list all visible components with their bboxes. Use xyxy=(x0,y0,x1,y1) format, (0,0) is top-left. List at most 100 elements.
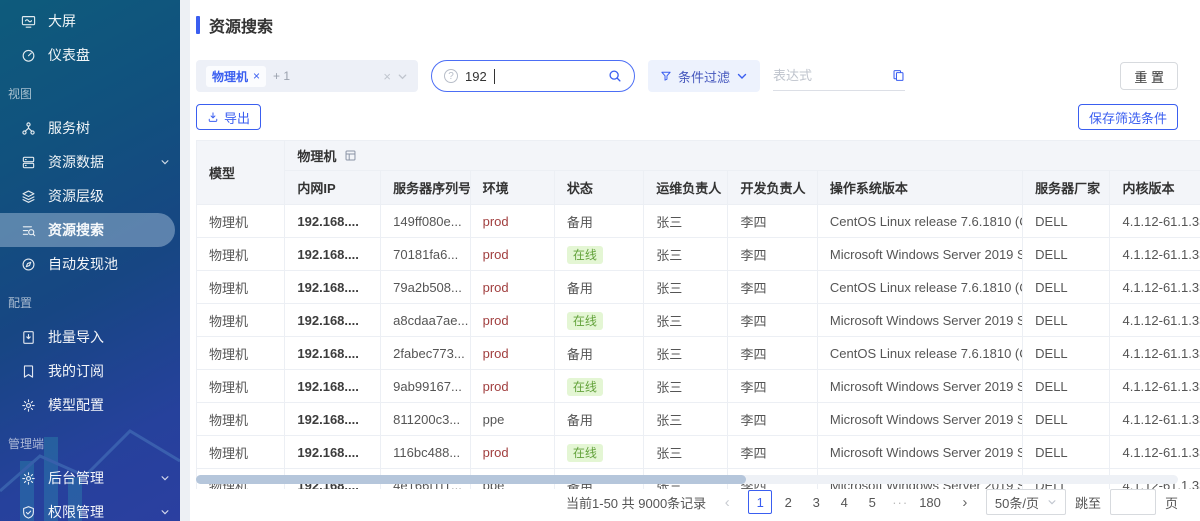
title-accent-bar xyxy=(196,16,200,34)
cell-kernel-version: 4.1.12-61.1.33. xyxy=(1110,205,1200,238)
table-row[interactable]: 物理机192.168....149ff080e...prod备用张三李四Cent… xyxy=(197,205,1200,238)
pager-ellipsis: ··· xyxy=(888,490,912,514)
cell-status: 备用 xyxy=(554,403,643,436)
pager-page-3[interactable]: 3 xyxy=(804,490,828,514)
cell-ops-owner: 张三 xyxy=(644,205,728,238)
cell-ip: 192.168.... xyxy=(285,304,381,337)
group-header-label: 物理机 xyxy=(297,146,336,165)
cell-ops-owner: 张三 xyxy=(644,238,728,271)
cell-env: prod xyxy=(470,337,554,370)
column-header: 内核版本 xyxy=(1110,171,1200,205)
cell-vendor: DELL xyxy=(1023,304,1110,337)
pager-prev-icon[interactable]: ‹ xyxy=(715,490,739,514)
sidebar-item-model-config[interactable]: 模型配置 xyxy=(0,388,180,422)
table-body: 物理机192.168....149ff080e...prod备用张三李四Cent… xyxy=(197,205,1200,490)
filter-row: 物理机 × + 1 × ? 192 条件过滤 重 置 xyxy=(196,60,1178,92)
page-size-select[interactable]: 50条/页 xyxy=(986,489,1066,515)
sidebar-item-my-subscription[interactable]: 我的订阅 xyxy=(0,354,180,388)
search-icon[interactable] xyxy=(608,69,622,83)
select-clear-icon[interactable]: × xyxy=(383,69,391,84)
cell-os-version: CentOS Linux release 7.6.1810 (Core) xyxy=(817,205,1022,238)
sidebar-item-permission-admin[interactable]: 权限管理 xyxy=(0,495,180,521)
condition-filter-button[interactable]: 条件过滤 xyxy=(648,60,760,92)
column-header-model: 模型 xyxy=(197,141,285,205)
export-button[interactable]: 导出 xyxy=(196,104,261,130)
sidebar-item-resource-level[interactable]: 资源层级 xyxy=(0,179,180,213)
cell-status: 在线 xyxy=(554,370,643,403)
table-row[interactable]: 物理机192.168....79a2b508...prod备用张三李四CentO… xyxy=(197,271,1200,304)
table-row[interactable]: 物理机192.168....9ab99167...prod在线张三李四Micro… xyxy=(197,370,1200,403)
pager-page-1[interactable]: 1 xyxy=(748,490,772,514)
download-icon xyxy=(207,111,219,123)
model-select[interactable]: 物理机 × + 1 × xyxy=(196,60,418,92)
table-row[interactable]: 物理机192.168....70181fa6...prod在线张三李四Micro… xyxy=(197,238,1200,271)
jump-label: 跳至 xyxy=(1075,493,1101,512)
sidebar-item-backend-admin[interactable]: 后台管理 xyxy=(0,461,180,495)
pager-pages: 12345···180 xyxy=(748,490,944,514)
horizontal-scrollbar-thumb[interactable] xyxy=(196,475,746,484)
tag-remove-icon[interactable]: × xyxy=(253,69,260,83)
sidebar-item-resource-data[interactable]: 资源数据 xyxy=(0,145,180,179)
sidebar-item-resource-search[interactable]: 资源搜索 xyxy=(0,213,175,247)
cell-model: 物理机 xyxy=(197,403,285,436)
save-filter-button[interactable]: 保存筛选条件 xyxy=(1078,104,1178,130)
pager-next-icon[interactable]: › xyxy=(953,490,977,514)
sidebar-item-big-screen[interactable]: 大屏 xyxy=(0,4,180,38)
pagination-bar: 当前1-50 共 9000条记录 ‹ 12345···180 › 50条/页 跳… xyxy=(190,489,1200,521)
pager-page-4[interactable]: 4 xyxy=(832,490,856,514)
table-row[interactable]: 物理机192.168....811200c3...ppe备用张三李四Micros… xyxy=(197,403,1200,436)
expression-field-wrap xyxy=(773,61,905,91)
cell-ops-owner: 张三 xyxy=(644,436,728,469)
page-header: 资源搜索 xyxy=(190,0,1200,45)
condition-filter-label: 条件过滤 xyxy=(678,67,730,86)
expression-input[interactable] xyxy=(773,68,873,83)
column-header: 服务器厂家 xyxy=(1023,171,1110,205)
cell-vendor: DELL xyxy=(1023,436,1110,469)
cell-model: 物理机 xyxy=(197,205,285,238)
cell-vendor: DELL xyxy=(1023,238,1110,271)
sidebar-item-service-tree[interactable]: 服务树 xyxy=(0,111,180,145)
cell-dev-owner: 李四 xyxy=(728,337,817,370)
horizontal-scrollbar-track[interactable] xyxy=(196,475,1178,484)
jump-suffix: 页 xyxy=(1165,493,1178,512)
sidebar-item-label: 仪表盘 xyxy=(48,45,90,65)
cell-ip: 192.168.... xyxy=(285,205,381,238)
chevron-down-icon xyxy=(160,507,170,517)
sidebar-item-dashboard[interactable]: 仪表盘 xyxy=(0,38,180,72)
sidebar-item-label: 后台管理 xyxy=(48,468,104,488)
shield-check-icon xyxy=(21,505,36,520)
sidebar-item-batch-import[interactable]: 批量导入 xyxy=(0,320,180,354)
table-row[interactable]: 物理机192.168....2fabec773...prod备用张三李四Cent… xyxy=(197,337,1200,370)
column-header: 环境 xyxy=(470,171,554,205)
table-row[interactable]: 物理机192.168....116bc488...prod在线张三李四Micro… xyxy=(197,436,1200,469)
cell-env: ppe xyxy=(470,403,554,436)
jump-page-input[interactable] xyxy=(1110,489,1156,515)
chevron-down-icon[interactable] xyxy=(397,71,408,82)
table-row[interactable]: 物理机192.168....a8cdaa7ae...prod在线张三李四Micr… xyxy=(197,304,1200,337)
cell-dev-owner: 李四 xyxy=(728,205,817,238)
cell-status: 在线 xyxy=(554,304,643,337)
copy-icon[interactable] xyxy=(892,69,905,82)
cell-serial: 79a2b508... xyxy=(381,271,470,304)
sidebar-item-label: 资源搜索 xyxy=(48,220,104,240)
pagination-summary: 当前1-50 共 9000条记录 xyxy=(566,493,706,512)
search-input[interactable]: ? 192 xyxy=(431,60,635,92)
column-header: 状态 xyxy=(554,171,643,205)
pager-page-5[interactable]: 5 xyxy=(860,490,884,514)
reset-button[interactable]: 重 置 xyxy=(1120,62,1178,90)
cell-kernel-version: 4.1.12-61.1.33. xyxy=(1110,271,1200,304)
table-group-header-row: 模型 物理机 xyxy=(197,141,1200,171)
table-settings-icon[interactable] xyxy=(344,149,357,162)
sidebar-item-auto-discovery[interactable]: 自动发现池 xyxy=(0,247,180,281)
page-title: 资源搜索 xyxy=(209,13,273,37)
sidebar-item-label: 大屏 xyxy=(48,11,76,31)
cell-status: 备用 xyxy=(554,271,643,304)
pager-page-180[interactable]: 180 xyxy=(916,490,944,514)
model-tag-chip: 物理机 × xyxy=(206,66,266,87)
resource-table: 模型 物理机 内网IP服务器序列号环境状态运维负责人开发负责人操作系统版本服务器… xyxy=(196,140,1200,489)
chevron-down-icon xyxy=(160,157,170,167)
cell-env: prod xyxy=(470,436,554,469)
compass-icon xyxy=(21,257,36,272)
model-tag-label: 物理机 xyxy=(212,68,248,85)
pager-page-2[interactable]: 2 xyxy=(776,490,800,514)
